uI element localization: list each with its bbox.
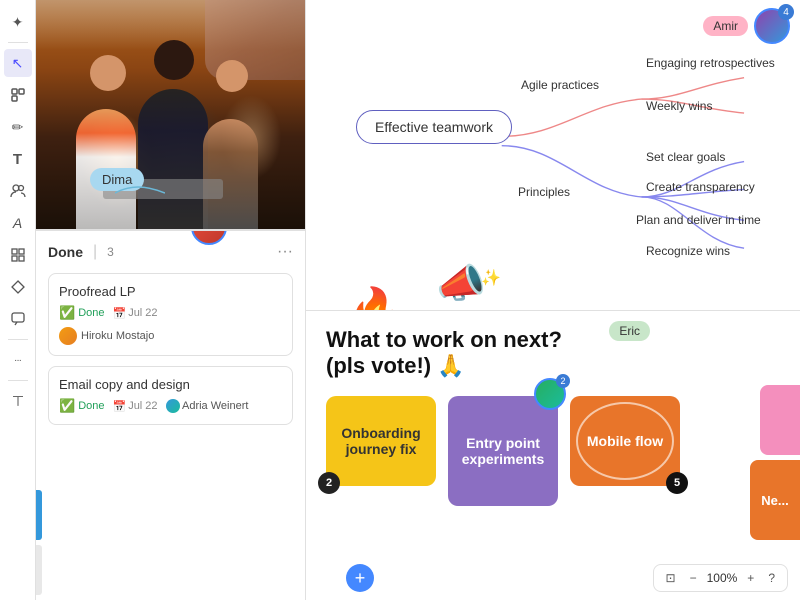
add-canvas-button[interactable]: + <box>346 564 374 592</box>
effective-teamwork-node: Effective teamwork <box>356 110 512 144</box>
component-icon[interactable] <box>4 273 32 301</box>
vote-card-onboarding[interactable]: Onboarding journey fix 2 <box>326 396 436 486</box>
pink-card-right <box>760 385 800 455</box>
calendar-icon-1: 📅 <box>112 307 126 320</box>
help-button[interactable]: ? <box>764 569 779 587</box>
check-icon-2: ✅ <box>59 398 75 414</box>
vote-card-mobile-label: Mobile flow <box>587 433 663 449</box>
zoom-in-button[interactable]: + <box>743 569 758 587</box>
principles-label: Principles <box>518 185 570 199</box>
assignee-avatar-2-small <box>166 399 180 413</box>
weekly-wins-label: Weekly wins <box>646 99 712 113</box>
megaphone-emoji: 📣 <box>436 260 486 307</box>
frame-icon[interactable] <box>4 81 32 109</box>
task-header: Done | 3 ··· <box>48 243 293 261</box>
done-status-1: ✅ Done <box>59 305 104 321</box>
plus-icon: + <box>747 571 754 585</box>
assignee-avatar-1 <box>59 327 77 345</box>
eric-label: Eric <box>609 321 650 341</box>
create-transparency-label: Create transparency <box>646 180 755 194</box>
task-column-title: Done <box>48 244 83 260</box>
task-assignee-1: Hiroku Mostajo <box>59 327 282 345</box>
mobile-badge: 5 <box>666 472 688 494</box>
toolbar-divider-3 <box>8 380 28 381</box>
more-icon[interactable]: ··· <box>4 346 32 374</box>
ne-card-right: Ne... <box>750 460 800 540</box>
sparkle-emoji: ✨ <box>481 268 501 288</box>
agile-practices-label: Agile practices <box>521 78 599 92</box>
task-column-count: 3 <box>107 245 114 259</box>
task-meta-2: ✅ Done 📅 Jul 22 Adria Weinert <box>59 398 282 414</box>
vote-card-mobile-container: Mobile flow 5 <box>570 396 680 486</box>
entry-user-badge: 2 <box>556 374 570 388</box>
amir-label: Amir <box>703 16 748 36</box>
vote-card-mobile[interactable]: Mobile flow <box>570 396 680 486</box>
help-icon: ? <box>768 571 775 585</box>
bottom-toolbar: ⊡ − 100% + ? <box>653 564 788 592</box>
done-status-2: ✅ Done <box>59 398 104 414</box>
amir-badge: 4 <box>778 4 794 20</box>
assignee-name-1: Hiroku Mostajo <box>81 330 154 342</box>
date-meta-1: 📅 Jul 22 <box>112 307 157 320</box>
comment-icon[interactable] <box>4 305 32 333</box>
text-icon[interactable]: T <box>4 145 32 173</box>
expand-icon[interactable]: ⊢ <box>4 387 32 415</box>
vote-card-onboarding-label: Onboarding journey fix <box>340 425 422 457</box>
set-clear-goals-label: Set clear goals <box>646 150 725 164</box>
task-meta-1: ✅ Done 📅 Jul 22 <box>59 305 282 321</box>
photo-section: Dima <box>36 0 306 230</box>
amir-avatar-container: 4 <box>754 8 790 44</box>
mindmap-section: Amir 4 Effective teamwork Agile prac <box>306 0 800 310</box>
vote-title: What to work on next? (pls vote!) 🙏 <box>326 327 780 380</box>
task-card-1[interactable]: Proofread LP ✅ Done 📅 Jul 22 Hiroku Most… <box>48 273 293 356</box>
assignee-name-2-inline: Adria Weinert <box>166 399 249 413</box>
ne-label: Ne... <box>761 493 788 508</box>
left-toolbar: ✦ ↖ ✏ T A ··· ⊢ <box>0 0 36 600</box>
people-icon[interactable] <box>4 177 32 205</box>
vote-card-onboarding-badge: 2 <box>318 472 340 494</box>
check-icon-1: ✅ <box>59 305 75 321</box>
task-title-2: Email copy and design <box>59 377 282 392</box>
cursor-icon[interactable]: ↖ <box>4 49 32 77</box>
vote-card-entry[interactable]: Entry point experiments <box>448 396 558 506</box>
task-more-button[interactable]: ··· <box>277 243 293 261</box>
pen-icon[interactable]: ✏ <box>4 113 32 141</box>
vote-card-entry-container: Entry point experiments 2 <box>448 396 558 506</box>
task-card-2[interactable]: Email copy and design ✅ Done 📅 Jul 22 Ad… <box>48 366 293 425</box>
date-meta-2: 📅 Jul 22 <box>112 400 157 413</box>
toolbar-divider-2 <box>8 339 28 340</box>
mindmap-svg <box>306 0 800 310</box>
vote-section: What to work on next? (pls vote!) 🙏 Onbo… <box>306 310 800 600</box>
grid-icon[interactable] <box>4 241 32 269</box>
vote-cards: Onboarding journey fix 2 Entry point exp… <box>326 396 780 506</box>
zoom-level: 100% <box>707 571 738 585</box>
font-icon[interactable]: A <box>4 209 32 237</box>
recognize-wins-label: Recognize wins <box>646 244 730 258</box>
crop-tool-button[interactable]: ⊡ <box>662 569 680 587</box>
crop-icon: ⊡ <box>666 571 676 585</box>
amir-user-area: Amir 4 <box>703 8 790 44</box>
plan-deliver-label: Plan and deliver in time <box>636 213 761 227</box>
engaging-retro-label: Engaging retrospectives <box>646 56 775 70</box>
task-section: 1 Done | 3 ··· Proofread LP ✅ Done 📅 Jul… <box>36 230 306 600</box>
toolbar-divider-1 <box>8 42 28 43</box>
dima-arrow <box>115 183 165 203</box>
left-strip-blue <box>36 490 42 540</box>
add-icon[interactable]: ✦ <box>4 8 32 36</box>
main-canvas: Dima Amir 4 <box>36 0 800 600</box>
vote-card-entry-label: Entry point experiments <box>462 435 544 467</box>
calendar-icon-2: 📅 <box>112 400 126 413</box>
left-strip-gray <box>36 545 42 595</box>
minus-icon: − <box>690 571 697 585</box>
task-title-1: Proofread LP <box>59 284 282 299</box>
zoom-out-button[interactable]: − <box>686 569 701 587</box>
